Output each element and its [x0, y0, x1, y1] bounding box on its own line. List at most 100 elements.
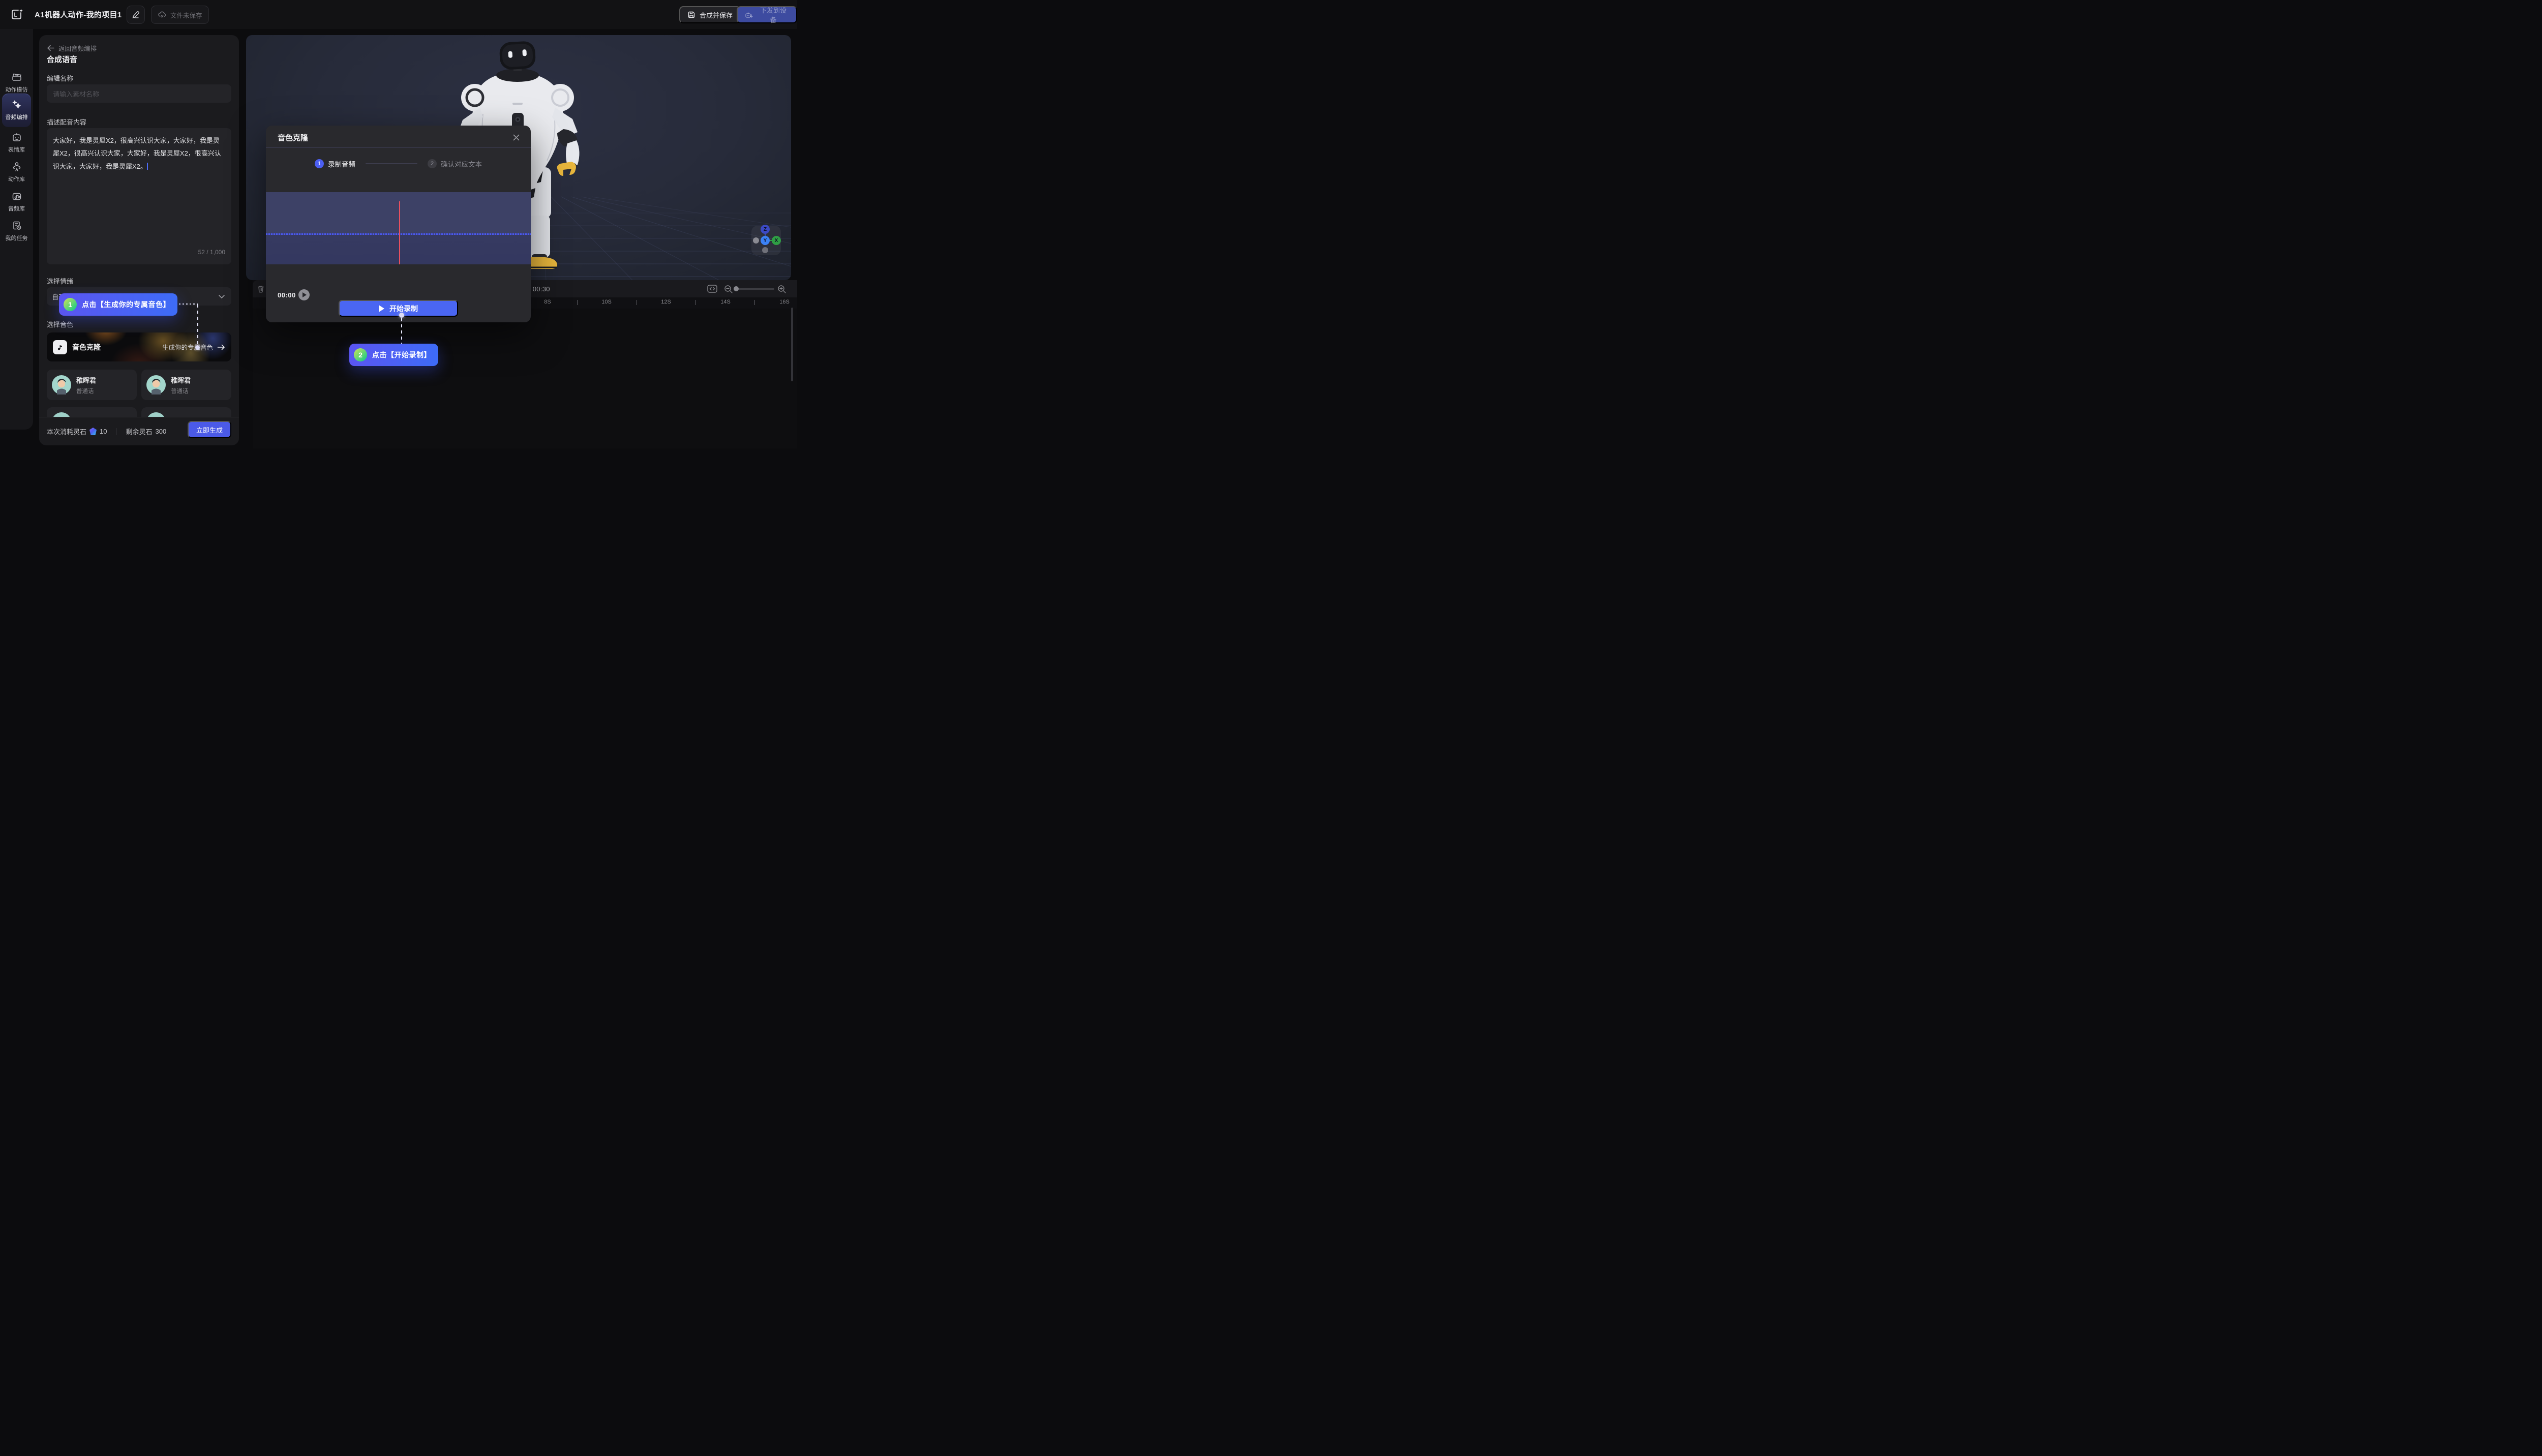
- ruler-label: 16S: [779, 299, 790, 305]
- sidebar-item-motion-library[interactable]: 动作库: [0, 161, 33, 183]
- robot-download-icon: [744, 11, 753, 19]
- sidebar: 动作模仿 音频编排 表情库: [0, 29, 33, 430]
- sidebar-item-label: 音频编排: [6, 113, 28, 121]
- voiceover-content-textarea[interactable]: 大家好，我是灵犀X2，很高兴认识大家，大家好，我是灵犀X2，很高兴认识大家，大家…: [47, 128, 231, 264]
- edit-title-button[interactable]: [127, 6, 145, 24]
- floppy-icon: [687, 11, 695, 19]
- sidebar-item-audio-library[interactable]: 音频库: [0, 191, 33, 213]
- back-to-audio-arrange[interactable]: 返回音频编排: [47, 43, 97, 53]
- clapperboard-icon: [11, 72, 22, 83]
- panel-title: 合成语音: [47, 54, 77, 65]
- modal-divider: [266, 147, 531, 148]
- voice-card[interactable]: 稚晖君 普通话: [47, 370, 137, 400]
- sidebar-item-label: 表情库: [8, 145, 25, 154]
- save-button[interactable]: 合成并保存: [679, 6, 741, 23]
- sidebar-item-motion-mimic[interactable]: 动作模仿: [0, 72, 33, 94]
- gem-icon: [89, 428, 97, 435]
- sidebar-item-audio-arrange[interactable]: 音频编排: [0, 99, 33, 121]
- generate-label: 立即生成: [196, 425, 223, 435]
- guide-tooltip-2: 2 点击【开始录制】: [349, 344, 438, 366]
- axis-gizmo[interactable]: Z X Y: [751, 226, 781, 255]
- name-label: 编辑名称: [47, 73, 73, 83]
- start-recording-button[interactable]: 开始录制: [339, 300, 458, 317]
- axis-x-label: X: [775, 238, 778, 244]
- timeline-track-area[interactable]: [253, 309, 797, 448]
- tooltip1-target-dot: [195, 345, 200, 350]
- close-icon[interactable]: [510, 131, 522, 143]
- play-icon: [302, 292, 307, 297]
- sidebar-item-my-tasks[interactable]: 我的任务: [0, 220, 33, 242]
- audio-library-icon: [11, 191, 22, 202]
- zoom-out-icon[interactable]: [723, 284, 733, 294]
- tooltip1-connector-vertical: [197, 305, 198, 346]
- ruler-label: 14S: [720, 299, 731, 305]
- step-2-badge: 2: [428, 159, 437, 168]
- ruler-tick: [695, 300, 696, 305]
- recording-playhead[interactable]: [399, 201, 400, 264]
- sparkles-icon: [11, 99, 22, 110]
- zoom-in-icon[interactable]: [777, 284, 786, 294]
- recording-waveform-area: [266, 192, 531, 264]
- chevron-down-icon: [218, 294, 225, 299]
- ruler-tick: [754, 300, 755, 305]
- voiceover-content-text: 大家好，我是灵犀X2，很高兴认识大家，大家好，我是灵犀X2，很高兴认识大家，大家…: [53, 137, 221, 170]
- content-label: 描述配音内容: [47, 117, 86, 127]
- trash-icon[interactable]: [257, 285, 265, 293]
- emotion-label: 选择情绪: [47, 276, 73, 286]
- sidebar-item-label: 我的任务: [6, 234, 28, 242]
- voice-label: 选择音色: [47, 319, 73, 329]
- cloud-x-icon: [158, 10, 167, 19]
- voice-clone-banner[interactable]: 音色克隆 生成你的专属音色: [47, 332, 231, 361]
- guide-step-1-text: 点击【生成你的专属音色】: [82, 299, 170, 310]
- preview-play-button[interactable]: [298, 289, 310, 300]
- arrow-right-icon: [217, 344, 225, 350]
- axis-negative-z-dot[interactable]: [762, 247, 768, 253]
- sidebar-item-label: 动作模仿: [6, 85, 28, 94]
- deploy-to-device-button[interactable]: 下发到设备: [737, 6, 797, 23]
- axis-x-handle[interactable]: X: [772, 236, 781, 245]
- generate-now-button[interactable]: 立即生成: [188, 421, 231, 438]
- zoom-slider-track[interactable]: [736, 288, 774, 290]
- axis-negative-x-dot[interactable]: [753, 237, 759, 244]
- pencil-icon: [132, 11, 140, 19]
- avatar: [52, 375, 71, 395]
- ruler-label: 12S: [661, 299, 671, 305]
- file-unsaved-button[interactable]: 文件未保存: [151, 6, 209, 24]
- person-icon: [11, 161, 22, 172]
- save-button-label: 合成并保存: [700, 10, 733, 20]
- voice-lang: 普通话: [171, 387, 191, 395]
- step-1-label: 录制音频: [328, 159, 355, 169]
- voice-clone-modal: 音色克隆 1 录制音频 2 确认对应文本 00:00 开始录制: [266, 126, 531, 322]
- ruler-label: 8S: [544, 299, 551, 305]
- voice-clone-cta-label: 生成你的专属音色: [162, 342, 213, 352]
- voice-clone-title: 音色克隆: [72, 342, 101, 352]
- remain-label: 剩余灵石: [126, 427, 152, 436]
- back-label: 返回音频编排: [58, 43, 97, 53]
- consume-label: 本次消耗灵石: [47, 427, 86, 436]
- record-play-icon: [379, 305, 384, 312]
- zoom-slider-handle[interactable]: [734, 286, 739, 291]
- sidebar-item-expression-library[interactable]: 表情库: [0, 132, 33, 154]
- axis-y-label: Y: [764, 238, 767, 244]
- start-recording-label: 开始录制: [389, 304, 418, 314]
- char-counter: 52 / 1,000: [47, 249, 225, 256]
- ruler-tick: [577, 300, 578, 305]
- back-arrow-icon: [47, 45, 54, 51]
- voice-name: 稚晖君: [171, 375, 191, 385]
- tooltip2-connector-vertical: [401, 318, 402, 344]
- timeline-scrollbar[interactable]: [791, 308, 793, 381]
- ruler-label: 10S: [601, 299, 612, 305]
- remain-value: 300: [156, 428, 167, 435]
- axis-y-handle[interactable]: Y: [761, 236, 770, 245]
- step-1-badge: 1: [315, 159, 324, 168]
- tooltip1-connector-horizontal: [179, 304, 198, 305]
- fit-to-width-icon[interactable]: [707, 284, 718, 293]
- voice-name: 稚晖君: [76, 375, 96, 385]
- voice-card[interactable]: 稚晖君 普通话: [141, 370, 231, 400]
- axis-z-handle[interactable]: Z: [761, 225, 770, 234]
- axis-z-label: Z: [764, 227, 767, 232]
- sidebar-item-label: 音频库: [8, 204, 25, 213]
- consume-value: 10: [100, 428, 107, 435]
- cost-row: 本次消耗灵石 10 剩余灵石 300: [47, 427, 166, 436]
- material-name-input[interactable]: 请输入素材名称: [47, 84, 231, 103]
